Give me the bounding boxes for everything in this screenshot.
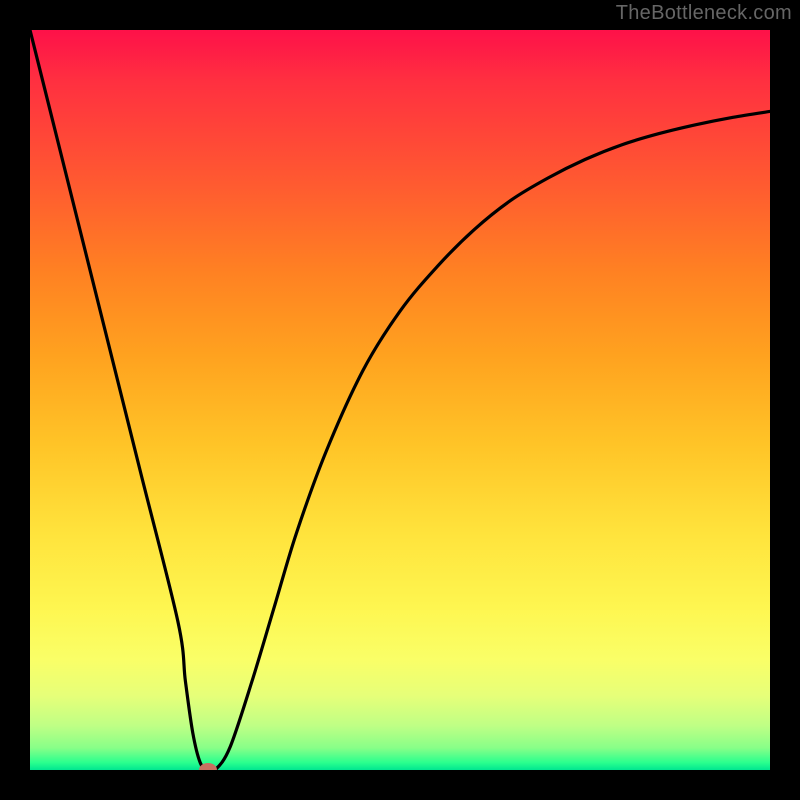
bottleneck-curve	[30, 30, 770, 770]
watermark-text: TheBottleneck.com	[616, 2, 792, 25]
minimum-marker	[199, 763, 217, 770]
chart-frame: TheBottleneck.com	[0, 0, 800, 800]
curve-svg	[30, 30, 770, 770]
plot-area	[30, 30, 770, 770]
